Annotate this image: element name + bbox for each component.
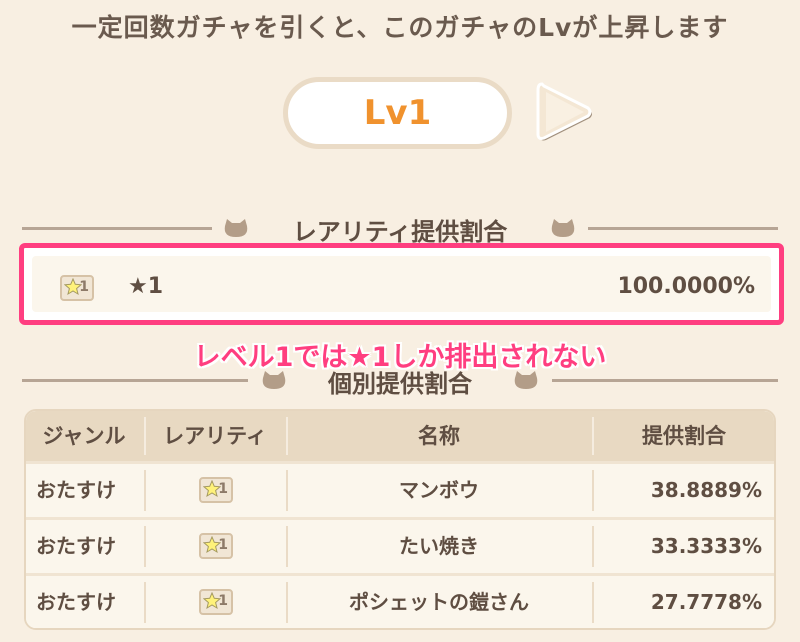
column-divider xyxy=(592,582,594,623)
column-divider xyxy=(144,526,146,567)
next-level-button[interactable] xyxy=(534,80,596,148)
star-rarity-icon: 1 xyxy=(199,477,233,503)
cell-genre: おたすけ xyxy=(36,478,116,502)
star-rarity-number: 1 xyxy=(218,593,228,609)
level-pill: Lv1 xyxy=(283,77,512,149)
column-divider xyxy=(144,470,146,511)
star-rarity-number: 1 xyxy=(218,481,228,497)
star-rarity-icon: 1 xyxy=(199,589,233,615)
table-row: おたすけ 1 マンボウ 38.8889% xyxy=(26,461,774,517)
column-header-rarity: レアリティ xyxy=(163,424,267,448)
column-divider xyxy=(592,526,594,567)
cell-name: ポシェットの鎧さん xyxy=(349,590,529,614)
cell-name: マンボウ xyxy=(399,478,479,502)
next-arrow-icon xyxy=(536,82,592,141)
column-divider xyxy=(144,582,146,623)
rarity-section-header: レアリティ提供割合 xyxy=(0,208,800,248)
star-rarity-icon: 1 xyxy=(199,533,233,559)
rarity-label: ★1 xyxy=(128,274,164,299)
notice-text: 一定回数ガチャを引くと、このガチャのLvが上昇します xyxy=(71,13,729,42)
rarity-rate: 100.0000% xyxy=(617,274,755,299)
cell-name: たい焼き xyxy=(399,534,479,558)
cell-genre: おたすけ xyxy=(36,590,116,614)
rarity-rate-box: 1 ★1 100.0000% xyxy=(19,243,784,325)
table-row: おたすけ 1 ポシェットの鎧さん 27.7778% xyxy=(26,573,774,628)
table-header: ジャンル レアリティ 名称 提供割合 xyxy=(26,411,774,461)
callout-annotation: レベル1では★1しか排出されない xyxy=(193,342,607,373)
star-rarity-icon: 1 xyxy=(60,275,94,301)
star-rarity-number: 1 xyxy=(79,279,89,295)
rarity-section-title: レアリティ提供割合 xyxy=(292,218,508,246)
column-header-name: 名称 xyxy=(418,424,460,448)
cell-rate: 38.8889% xyxy=(650,478,762,502)
column-divider xyxy=(592,470,594,511)
column-header-rate: 提供割合 xyxy=(642,424,726,448)
cell-rate: 27.7778% xyxy=(650,590,762,614)
cell-rate: 33.3333% xyxy=(650,534,762,558)
star-rarity-number: 1 xyxy=(218,537,228,553)
rarity-row: 1 ★1 100.0000% xyxy=(32,256,771,312)
cell-genre: おたすけ xyxy=(36,534,116,558)
table-row: おたすけ 1 たい焼き 33.3333% xyxy=(26,517,774,573)
column-header-genre: ジャンル xyxy=(42,424,126,448)
individual-rate-table: ジャンル レアリティ 名称 提供割合 おたすけ 1 マンボウ 38.8889% … xyxy=(24,409,776,630)
